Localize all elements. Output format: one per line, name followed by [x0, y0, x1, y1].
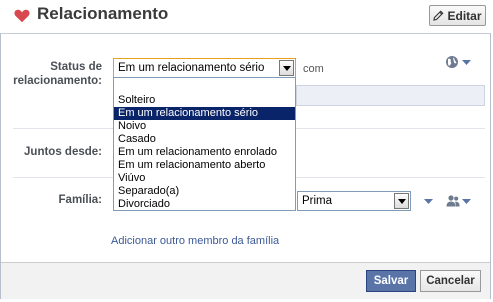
section-title: Relacionamento [37, 4, 169, 23]
footer-bar [1, 262, 490, 299]
pencil-icon [433, 10, 444, 21]
family-relation-select[interactable]: Prima [297, 191, 411, 211]
relationship-option[interactable]: Divorciado [114, 198, 295, 211]
family-relation-value: Prima [302, 195, 333, 207]
relationship-option[interactable]: Solteiro [114, 94, 295, 107]
add-family-member-link[interactable]: Adicionar outro membro da família [111, 235, 279, 247]
caret-down-icon[interactable] [462, 199, 471, 205]
caret-down-icon[interactable] [462, 60, 471, 66]
relationship-status-value: Em um relacionamento sério [118, 62, 265, 74]
edit-button[interactable]: Editar [429, 5, 486, 26]
partner-name-field[interactable] [296, 85, 485, 106]
relationship-option[interactable]: Casado [114, 133, 295, 146]
chevron-down-icon[interactable] [279, 60, 294, 76]
globe-icon[interactable] [445, 55, 459, 69]
relationship-option[interactable]: Noivo [114, 120, 295, 133]
edit-button-label: Editar [447, 8, 482, 23]
relationship-option[interactable]: Viúvo [114, 172, 295, 185]
relationship-option[interactable]: Separado(a) [114, 185, 295, 198]
with-label: com [303, 63, 324, 75]
relationship-option[interactable]: Em um relacionamento aberto [114, 159, 295, 172]
relationship-status-options: Solteiro Em um relacionamento sério Noivo C… [113, 77, 296, 211]
cancel-button[interactable]: Cancelar [420, 270, 481, 292]
family-label: Família: [58, 194, 102, 206]
people-icon[interactable] [446, 195, 460, 207]
chevron-down-icon[interactable] [394, 193, 409, 209]
relationship-option[interactable]: Em um relacionamento sério [114, 107, 295, 120]
together-since-label: Juntos desde: [24, 146, 102, 158]
save-button[interactable]: Salvar [366, 270, 416, 292]
relationship-option[interactable]: Em um relacionamento enrolado [114, 146, 295, 159]
relationship-status-label: Status de relacionamento: [13, 61, 102, 87]
caret-down-icon[interactable] [424, 199, 433, 205]
heart-icon [14, 9, 30, 23]
relationship-status-select[interactable]: Em um relacionamento sério [113, 58, 296, 78]
